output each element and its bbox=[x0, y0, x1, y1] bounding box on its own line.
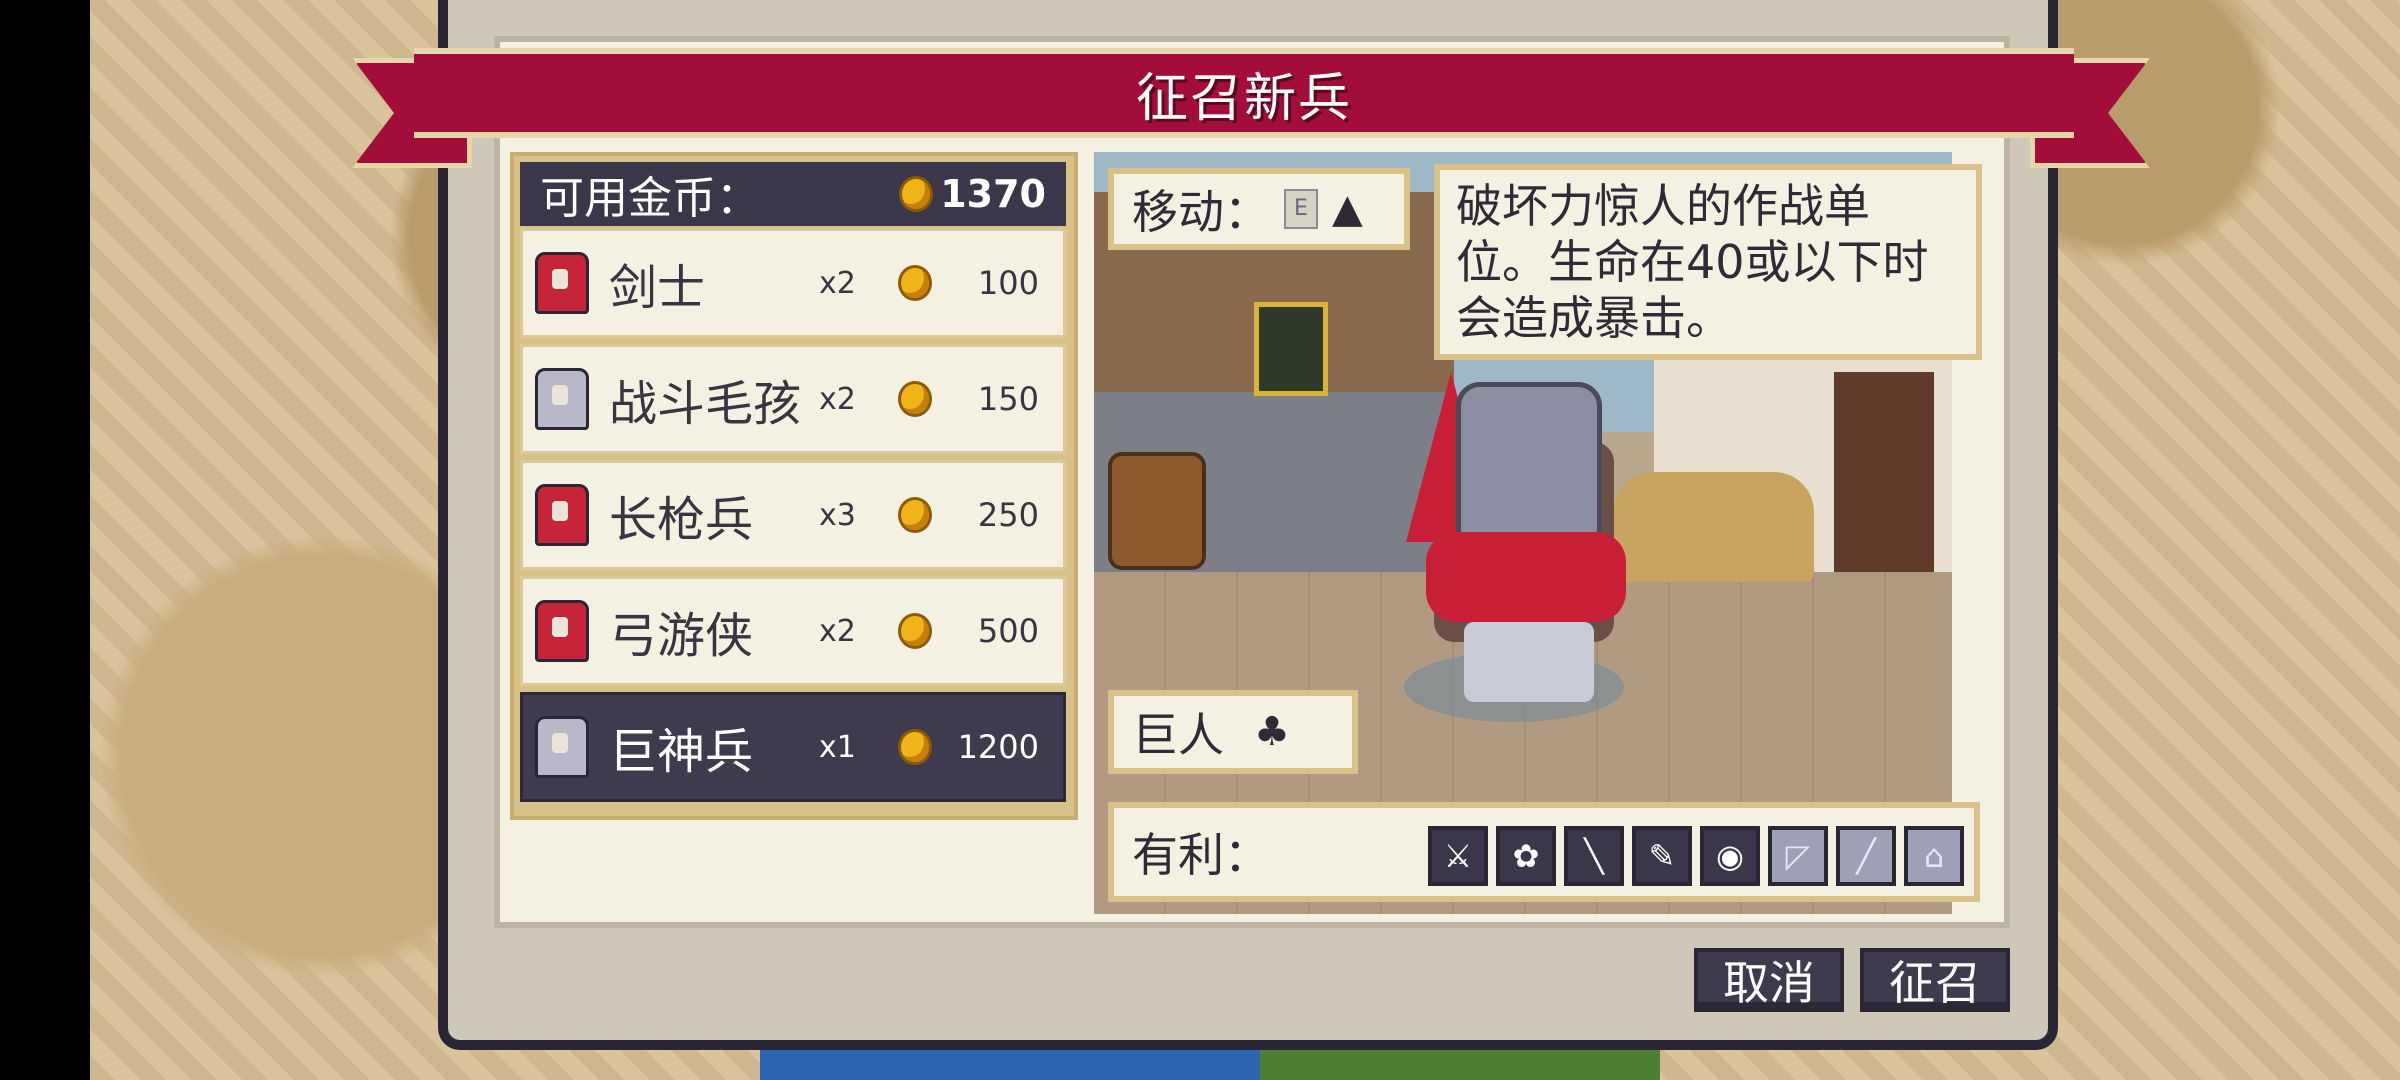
unit-count: x2 bbox=[819, 613, 856, 649]
staff-icon[interactable]: ✎ bbox=[1632, 826, 1692, 886]
unit-cost: 500 bbox=[977, 612, 1039, 650]
unit-name: 剑士 bbox=[609, 260, 706, 316]
unit-cost: 1200 bbox=[957, 728, 1039, 766]
movement-card: 移动： E ▲ bbox=[1108, 168, 1410, 250]
giant-portrait-icon bbox=[535, 716, 589, 778]
paw-icon[interactable]: ✿ bbox=[1496, 826, 1556, 886]
coin-icon bbox=[902, 179, 931, 209]
pikeman-icon[interactable]: ⚔ bbox=[1428, 826, 1488, 886]
unit-count: x1 bbox=[819, 729, 856, 765]
advantage-card: 有利： ⚔ ✿ ╲ ✎ ◉ ◸ ╱ ⌂ bbox=[1108, 802, 1980, 902]
advantage-icons: ⚔ ✿ ╲ ✎ ◉ ◸ ╱ ⌂ bbox=[1428, 826, 1964, 886]
movement-value-icon: E bbox=[1284, 189, 1318, 229]
tavern-sign-icon bbox=[1254, 302, 1328, 396]
unit-row-war-dog[interactable]: 战斗毛孩 x2 150 bbox=[520, 344, 1066, 454]
sword-icon[interactable]: ╲ bbox=[1564, 826, 1624, 886]
gold-amount: 1370 bbox=[940, 172, 1046, 216]
coin-icon bbox=[901, 732, 929, 762]
coin-icon bbox=[901, 384, 929, 414]
pikeman-portrait-icon bbox=[535, 484, 589, 546]
unit-name: 巨神兵 bbox=[609, 724, 754, 780]
spear-icon[interactable]: ╱ bbox=[1836, 826, 1896, 886]
dialog-title-banner: 征召新兵 bbox=[414, 48, 2074, 138]
gold-label: 可用金币： bbox=[540, 173, 760, 224]
giant-sprite-legs bbox=[1464, 622, 1594, 702]
swordsman-portrait-icon bbox=[535, 252, 589, 314]
unit-name: 弓游侠 bbox=[609, 608, 754, 664]
unit-count: x3 bbox=[819, 497, 856, 533]
unit-row-giant[interactable]: 巨神兵 x1 1200 bbox=[520, 692, 1066, 802]
unit-class-card: 巨人 ♣ bbox=[1108, 690, 1358, 774]
dog-portrait-icon bbox=[535, 368, 589, 430]
advantage-label: 有利： bbox=[1132, 828, 1270, 882]
ballista-icon[interactable]: ◸ bbox=[1768, 826, 1828, 886]
giant-class-icon: ♣ bbox=[1254, 709, 1290, 755]
building-icon[interactable]: ⌂ bbox=[1904, 826, 1964, 886]
cancel-button[interactable]: 取消 bbox=[1694, 948, 1844, 1012]
coin-icon bbox=[901, 616, 929, 646]
giant-sprite-armor bbox=[1426, 532, 1626, 622]
unit-cost: 150 bbox=[977, 380, 1039, 418]
unit-list: 剑士 x2 100 战斗毛孩 x2 150 长枪兵 x3 250 弓游侠 x2 … bbox=[520, 228, 1066, 808]
available-gold-header: 可用金币： 1370 bbox=[520, 162, 1066, 226]
unit-description: 破坏力惊人的作战单位。生命在40或以下时会造成暴击。 bbox=[1456, 179, 1929, 345]
unit-description-card: 破坏力惊人的作战单位。生命在40或以下时会造成暴击。 bbox=[1434, 164, 1982, 360]
unit-cost: 250 bbox=[977, 496, 1039, 534]
unit-row-archer[interactable]: 弓游侠 x2 500 bbox=[520, 576, 1066, 686]
giant-sprite-helmet bbox=[1456, 382, 1602, 542]
unit-class: 巨人 bbox=[1132, 708, 1224, 762]
unit-row-swordsman[interactable]: 剑士 x2 100 bbox=[520, 228, 1066, 338]
unit-cost: 100 bbox=[977, 264, 1039, 302]
unit-row-pikeman[interactable]: 长枪兵 x3 250 bbox=[520, 460, 1066, 570]
coin-icon bbox=[901, 268, 929, 298]
gold-amount-group: 1370 bbox=[902, 172, 1046, 216]
mountain-icon: ▲ bbox=[1332, 186, 1363, 232]
unit-name: 战斗毛孩 bbox=[609, 376, 802, 432]
unit-count: x2 bbox=[819, 265, 856, 301]
hay-cart-icon bbox=[1614, 472, 1814, 582]
cavalry-icon[interactable]: ◉ bbox=[1700, 826, 1760, 886]
dialog-title: 征召新兵 bbox=[1135, 68, 1352, 129]
archer-portrait-icon bbox=[535, 600, 589, 662]
movement-label: 移动： bbox=[1132, 185, 1270, 239]
unit-name: 长枪兵 bbox=[609, 492, 754, 548]
unit-count: x2 bbox=[819, 381, 856, 417]
recruit-button[interactable]: 征召 bbox=[1860, 948, 2010, 1012]
barrel-icon bbox=[1108, 452, 1206, 570]
coin-icon bbox=[901, 500, 929, 530]
